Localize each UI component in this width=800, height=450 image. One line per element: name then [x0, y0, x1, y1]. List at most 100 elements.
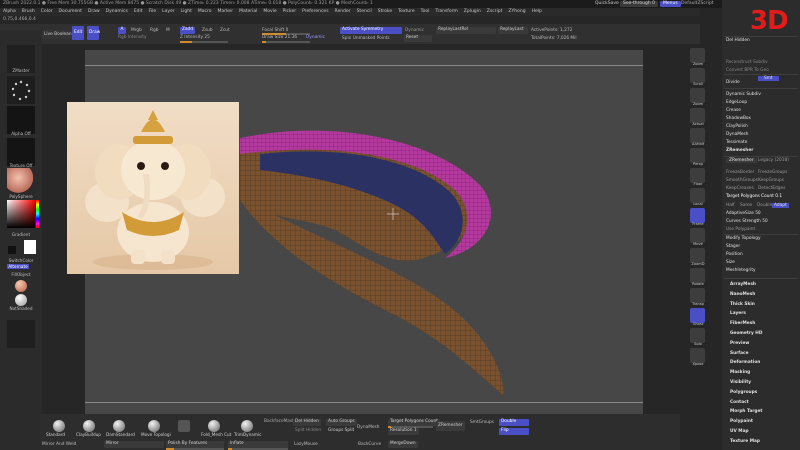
m-button[interactable]: M	[166, 28, 170, 33]
menu-light[interactable]: Light	[181, 8, 192, 16]
use-polypaint-toggle[interactable]: Use Polypaint	[726, 227, 755, 232]
flip-button[interactable]: Flip	[499, 428, 529, 435]
panel-item-convert-bpr-to-geo[interactable]: Convert BPR To Geo	[726, 68, 769, 73]
polish-by-features-button[interactable]: Polish By Features	[166, 441, 224, 448]
menu-preferences[interactable]: Preferences	[302, 8, 328, 16]
keep-groups-button[interactable]: KeepGroups	[758, 178, 784, 183]
panel-sub-modify-topology[interactable]: Modify Topology	[726, 236, 761, 241]
panel-section-contact[interactable]: Contact	[730, 400, 749, 405]
tool-zoom-button[interactable]	[690, 88, 705, 103]
panel-item-shadowbox[interactable]: ShadowBox	[726, 116, 751, 121]
brush-claybuildup-icon[interactable]	[83, 420, 95, 432]
freeze-groups-button[interactable]: FreezeGroups	[758, 170, 787, 175]
spin-unmasked-button[interactable]: Spin Unmasked Points	[342, 36, 390, 41]
draw-size-track[interactable]	[262, 41, 310, 43]
zcut-button[interactable]: Zcut	[220, 28, 230, 33]
zremesher-button[interactable]: ZRemesher	[436, 421, 465, 431]
smooth-groups-button[interactable]: SmoothGroups	[726, 178, 758, 183]
tool-transp-button[interactable]	[690, 288, 705, 303]
tool-move-button[interactable]	[690, 228, 705, 243]
half-button[interactable]: Half	[726, 203, 735, 208]
a-button[interactable]: A	[118, 27, 126, 34]
menu-dynamics[interactable]: Dynamics	[106, 8, 128, 16]
panel-item-zremesher[interactable]: ZRemesher	[726, 148, 753, 153]
tool-scroll-button[interactable]	[690, 68, 705, 83]
alpha-thumbnail[interactable]	[7, 106, 35, 134]
smt-groups-button[interactable]: SmtGroups	[470, 420, 494, 425]
menu-transform[interactable]: Transform	[435, 8, 457, 16]
tool-actual-button[interactable]	[690, 108, 705, 123]
brush-trimdynamic-icon[interactable]	[241, 420, 253, 432]
panel-section-visibility[interactable]: Visibility	[730, 380, 751, 385]
replicate-last-rel-button[interactable]: ReplayLastRel	[436, 27, 496, 34]
double-button[interactable]: Double	[499, 419, 529, 426]
tool-floor-button[interactable]	[690, 168, 705, 183]
panel-section-polygroups[interactable]: Polygroups	[730, 390, 757, 395]
menu-material[interactable]: Material	[239, 8, 257, 16]
dynamesh-button[interactable]: DynaMesh	[357, 425, 380, 430]
brush-standard-icon[interactable]	[53, 420, 65, 432]
tool-zoomd-button[interactable]	[690, 248, 705, 263]
menu-file[interactable]: File	[149, 8, 157, 16]
panel-item-smt[interactable]: Smt	[758, 76, 779, 81]
extra-thumbnail[interactable]	[7, 320, 35, 348]
material-thumbnail[interactable]	[7, 168, 35, 196]
panel-section-fibermesh[interactable]: FiberMesh	[730, 321, 755, 326]
brush-move-topologi-icon[interactable]	[148, 420, 160, 432]
panel-section-texture-map[interactable]: Texture Map	[730, 439, 760, 444]
split-hidden-button[interactable]: Split Hidden	[293, 428, 323, 435]
dynamic-label[interactable]: Dynamic	[405, 28, 424, 33]
legacy-button[interactable]: Legacy (2018)	[758, 158, 789, 163]
primary-color-swatch[interactable]	[8, 246, 16, 254]
curves-strength-slider[interactable]: Curves Strength 50	[726, 219, 768, 224]
menu-alpha[interactable]: Alpha	[3, 8, 16, 16]
menu-help[interactable]: Help	[532, 8, 542, 16]
tool-zoom-button[interactable]	[690, 48, 705, 63]
resolution-slider[interactable]: Resolution 1	[388, 428, 419, 435]
panel-item-tessimate[interactable]: Tessimate	[726, 140, 747, 145]
menu-edit[interactable]: Edit	[134, 8, 143, 16]
zremesher-panel-button[interactable]: ZRemesher	[726, 158, 757, 163]
tool-persp-button[interactable]	[690, 148, 705, 163]
quicksave-button[interactable]: QuickSave	[592, 1, 622, 7]
target-polycount-slider[interactable]: Target Polygons Count 0.1	[726, 194, 782, 199]
draw-mode-button[interactable]: Draw	[87, 26, 100, 40]
color-picker[interactable]	[7, 200, 39, 228]
reset-button[interactable]: Reset	[404, 35, 432, 42]
menu-stroke[interactable]: Stroke	[378, 8, 392, 16]
panel-section-masking[interactable]: Masking	[730, 370, 750, 375]
target-poly-count-slider[interactable]: Target Polygons Count	[388, 419, 440, 426]
menu-layer[interactable]: Layer	[162, 8, 175, 16]
menu-zyhong[interactable]: ZYhong	[508, 8, 525, 16]
groups-split-button[interactable]: Groups Split	[326, 428, 356, 435]
mirror-button[interactable]: Mirror	[104, 441, 164, 448]
replay-last-button[interactable]: ReplayLast	[498, 27, 528, 34]
menu-picker[interactable]: Picker	[283, 8, 296, 16]
panel-section-polypaint[interactable]: Polypaint	[730, 419, 753, 424]
merge-down-button[interactable]: MergeDown	[388, 441, 418, 448]
z-intensity-slider[interactable]: Z Intensity 25	[180, 35, 210, 40]
back-curve-button[interactable]: BackCurve	[358, 442, 381, 447]
activate-symmetry-button[interactable]: Activate Symmetry	[340, 27, 402, 34]
panel-sub-stager[interactable]: Stager	[726, 244, 740, 249]
tool-aahalf-button[interactable]	[690, 128, 705, 143]
material-sphere-icon[interactable]	[15, 280, 27, 292]
draw-size-slider[interactable]: Draw Size 21.36	[262, 35, 297, 40]
flat-sphere-icon[interactable]	[15, 294, 27, 306]
switch-color-button[interactable]: SwitchColor	[2, 258, 40, 263]
brush-damstandard-icon[interactable]	[113, 420, 125, 432]
menu-marker[interactable]: Marker	[218, 8, 234, 16]
keep-creases-button[interactable]: KeepCreases	[726, 186, 754, 191]
panel-section-geometry-hd[interactable]: Geometry HD	[730, 331, 762, 336]
mirror-weld-button[interactable]: Mirror And Weld	[42, 442, 76, 447]
zsub-button[interactable]: Zsub	[202, 28, 213, 33]
same-button[interactable]: Same	[740, 203, 752, 208]
tool-solo-button[interactable]	[690, 328, 705, 343]
panel-section-arraymesh[interactable]: ArrayMesh	[730, 282, 756, 287]
menu-render[interactable]: Render	[335, 8, 351, 16]
del-hidden-button[interactable]: Del Hidden	[293, 419, 321, 426]
panel-section-thick-skin[interactable]: Thick Skin	[730, 302, 755, 307]
menu-brush[interactable]: Brush	[22, 8, 35, 16]
panel-item-claypolish[interactable]: ClayPolish	[726, 124, 748, 129]
tool-ghost-button[interactable]	[690, 308, 705, 323]
